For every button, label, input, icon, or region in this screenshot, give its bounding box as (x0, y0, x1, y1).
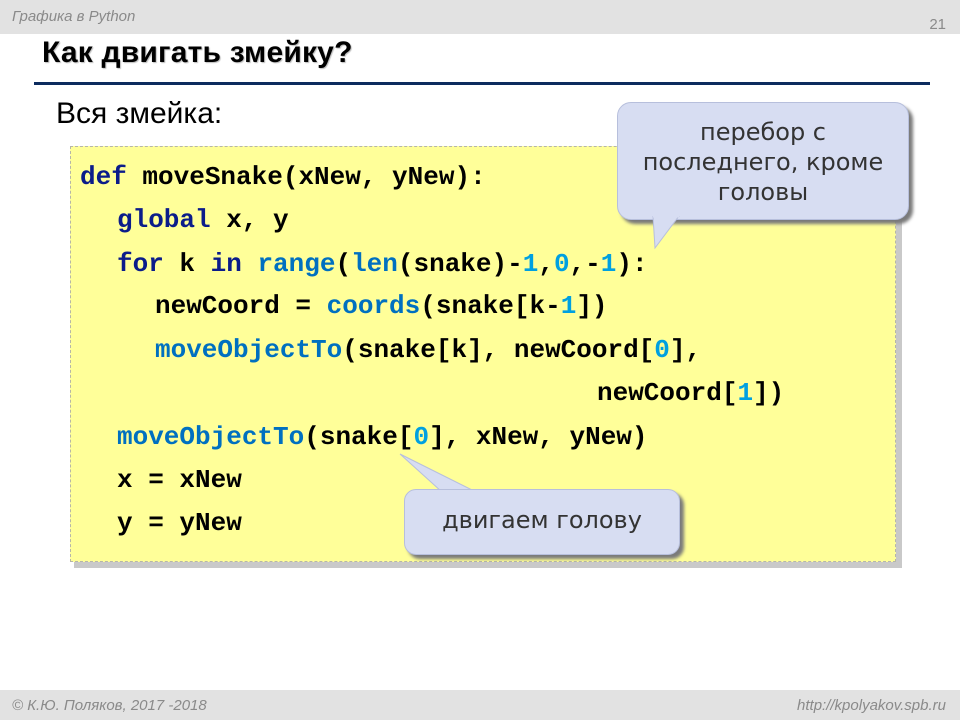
callout-bottom-pointer (399, 453, 477, 492)
code-text: x, y (210, 205, 289, 235)
callout-bottom: двигаем голову (404, 489, 680, 555)
code-text: ], (669, 335, 702, 365)
code-line-9: y = yNew (117, 508, 242, 538)
code-line-3: for k in range(len(snake)-1,0,-1): (117, 249, 648, 279)
callout-bottom-text: двигаем голову (442, 506, 642, 534)
code-line-2: global x, y (117, 205, 289, 235)
code-text: ]) (576, 291, 608, 321)
function-name: range (257, 249, 336, 279)
title-underline (34, 82, 930, 85)
course-title: Графика в Python (12, 8, 136, 25)
number: 0 (413, 422, 430, 452)
function-name: len (351, 249, 398, 279)
keyword: def (80, 162, 127, 192)
callout-top: перебор с последнего, кроме головы (617, 102, 909, 220)
code-line-4: newCoord = coords(snake[k-1]) (155, 291, 608, 321)
code-text: (snake[k], newCoord[ (342, 335, 655, 365)
callout-top-line-3: головы (717, 178, 809, 206)
code-text: ): (616, 249, 648, 279)
callout-top-pointer (652, 216, 680, 250)
code-text: newCoord = (155, 291, 327, 321)
function-name: moveObjectTo (117, 422, 305, 452)
callout-top-text: перебор с последнего, кроме головы (618, 117, 908, 207)
code-line-5: moveObjectTo(snake[k], newCoord[0], (155, 335, 701, 365)
code-text: ( (335, 249, 352, 279)
code-line-8: x = xNew (117, 465, 242, 495)
page-number: 21 (929, 16, 946, 33)
code-line-1: def moveSnake(xNew, yNew): (80, 162, 486, 192)
code-text: (snake[ (304, 422, 414, 452)
function-name: moveObjectTo (155, 335, 343, 365)
code-line-7: moveObjectTo(snake[0], xNew, yNew) (117, 422, 648, 452)
keyword: for (117, 249, 164, 279)
keyword: global (117, 205, 211, 235)
callout-top-line-1: перебор с (700, 118, 826, 146)
footer-copyright: © К.Ю. Поляков, 2017 -2018 (12, 697, 207, 714)
callout-top-line-2: последнего, кроме (642, 148, 884, 176)
code-text: (snake[k- (420, 291, 561, 321)
slide-subtitle: Вся змейка: (56, 97, 223, 130)
code-text: , (538, 249, 554, 279)
number: 1 (560, 291, 577, 321)
number: 1 (737, 378, 754, 408)
number: 1 (522, 249, 539, 279)
number: 0 (654, 335, 670, 365)
code-line-6: newCoord[1]) (597, 378, 784, 408)
function-name: coords (326, 291, 421, 321)
keyword: in (210, 249, 242, 279)
footer-url: http://kpolyakov.spb.ru (797, 697, 946, 714)
code-text: newCoord[ (597, 378, 738, 408)
header-bar (0, 0, 960, 34)
code-text: k (163, 249, 211, 279)
slide-title: Как двигать змейку? (42, 36, 353, 69)
code-text: ], xNew, yNew) (429, 422, 648, 452)
code-text: moveSnake(xNew, yNew): (126, 162, 486, 192)
code-text: (snake)- (397, 249, 523, 279)
code-text: ,- (569, 249, 601, 279)
code-text: ]) (753, 378, 785, 408)
number: 0 (553, 249, 570, 279)
number: 1 (600, 249, 617, 279)
